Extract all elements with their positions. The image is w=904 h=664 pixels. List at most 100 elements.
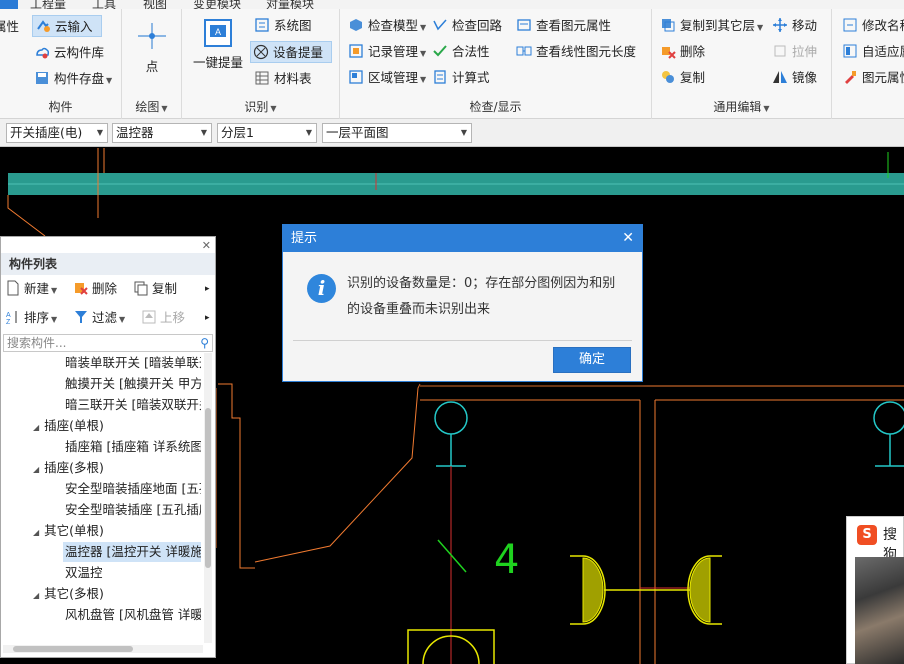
formula-button[interactable]: 计算式 <box>430 67 490 89</box>
tree-item[interactable]: 触摸开关 [触摸开关 甲方 <box>65 374 201 394</box>
tree-item[interactable]: 双温控 <box>65 563 103 583</box>
tree-group[interactable]: ◢ 插座(单根) <box>33 416 104 436</box>
expand-triangle-icon[interactable]: ◢ <box>33 465 39 474</box>
tree-item[interactable]: 暗三联开关 [暗装双联开关 <box>65 395 201 415</box>
discipline-select[interactable]: 开关插座(电) ▼ <box>6 123 108 143</box>
check-circuit-button[interactable]: 检查回路 <box>430 15 502 37</box>
point-tool-button[interactable]: 点 <box>132 19 172 75</box>
outlet-symbol-right[interactable] <box>687 555 722 625</box>
lamp-symbol[interactable] <box>434 401 468 435</box>
adaptive-icon <box>842 43 858 59</box>
check-model-button[interactable]: 检查模型 ▼ <box>346 15 426 37</box>
move-button[interactable]: 移动 <box>770 15 817 37</box>
stretch-icon <box>772 43 788 59</box>
view-linear-length-button[interactable]: 查看线性图元长度 <box>514 41 636 63</box>
tree-horizontal-scrollbar[interactable] <box>3 645 203 653</box>
point-crosshair-icon <box>132 23 172 56</box>
menu-tab-tools[interactable]: 工具 <box>92 0 116 9</box>
ok-button[interactable]: 确定 <box>553 347 631 373</box>
panel-overflow-button[interactable]: ▸ <box>205 276 210 302</box>
area-management-button[interactable]: 区域管理 ▼ <box>346 67 426 89</box>
material-table-button[interactable]: 材料表 <box>252 68 312 90</box>
tree-item[interactable]: 暗装单联开关 [暗装单联开 <box>65 353 201 373</box>
record-management-button[interactable]: 记录管理 ▼ <box>346 41 426 63</box>
menu-tab-quantity[interactable]: 工程量 <box>30 0 66 9</box>
panel-overflow-button-2[interactable]: ▸ <box>205 305 210 331</box>
menu-tab-active[interactable] <box>0 0 18 9</box>
expand-triangle-icon[interactable]: ◢ <box>33 423 39 432</box>
move-up-button[interactable]: 上移 <box>141 305 185 331</box>
cloud-input-button[interactable]: 云输入 <box>32 15 102 37</box>
menu-tab-change[interactable]: 变更模块 <box>193 0 241 9</box>
dialog-message: 识别的设备数量是：0；存在部分图例因为和别的设备重叠而未识别出来 <box>347 276 616 317</box>
menu-tab-reconcile[interactable]: 对量模块 <box>266 0 314 9</box>
up-arrow-icon <box>141 308 157 324</box>
chevron-down-icon: ▼ <box>305 128 312 137</box>
one-key-quantity-button[interactable]: A 一键提量 <box>190 17 246 71</box>
component-search-input[interactable]: 搜索构件... ⚲ <box>3 334 213 352</box>
copy-layer-icon <box>660 17 676 33</box>
new-component-button[interactable]: 新建 ▼ <box>5 276 57 302</box>
svg-text:Z: Z <box>6 319 11 325</box>
tree-group[interactable]: ◢ 其它(单根) <box>33 521 104 541</box>
component-save-button[interactable]: 构件存盘 ▼ <box>32 68 112 90</box>
layer-select[interactable]: 分层1 ▼ <box>217 123 317 143</box>
scrollbar-thumb[interactable] <box>205 408 211 568</box>
tree-item[interactable]: 安全型暗装插座地面 [五孔 <box>65 479 201 499</box>
ribbon-group-identify: A 一键提量 系统图 设备提量 材料表 识别 ▼ <box>182 9 340 119</box>
lamp-symbol[interactable] <box>873 401 904 435</box>
tree-item[interactable]: 安全型暗装插座 [五孔插座 <box>65 500 201 520</box>
rename-icon <box>842 17 858 33</box>
component-type-select[interactable]: 温控器 ▼ <box>112 123 212 143</box>
element-property-button[interactable]: 图元属性 <box>840 67 904 89</box>
chevron-down-icon: ▼ <box>200 128 207 137</box>
outlet-symbol-left[interactable] <box>570 555 690 625</box>
delete-component-button[interactable]: 删除 <box>73 276 117 302</box>
panel-close-icon[interactable]: ✕ <box>202 239 211 252</box>
copy-button[interactable]: 复制 <box>658 67 705 89</box>
cloud-library-button[interactable]: 云构件库 <box>32 42 104 64</box>
delete-button[interactable]: 删除 <box>658 41 705 63</box>
ribbon-group-draw: 点 绘图 ▼ <box>122 9 182 119</box>
mirror-button[interactable]: 镜像 <box>770 67 817 89</box>
stretch-button[interactable]: 拉伸 <box>770 41 817 63</box>
wall-line <box>254 383 421 563</box>
adaptive-property-button[interactable]: 自适应属性 <box>840 41 904 63</box>
circuit-check-icon <box>432 17 448 33</box>
scrollbar-thumb[interactable] <box>13 646 133 652</box>
dialog-divider <box>293 340 632 341</box>
group-title-identify: 识别 ▼ <box>244 100 277 114</box>
ribbon-group-check: 检查模型 ▼ 检查回路 查看图元属性 记录管理 ▼ 合法性 查看线性图元长度 区域管… <box>340 9 652 119</box>
wall-line <box>7 195 46 237</box>
copy-to-other-layer-button[interactable]: 复制到其它层 ▼ <box>658 15 763 37</box>
menu-tab-view[interactable]: 视图 <box>143 0 167 9</box>
properties-button[interactable]: 属性 <box>0 16 19 38</box>
cloud-input-icon <box>35 18 51 34</box>
rename-button[interactable]: 修改名称 <box>840 15 904 37</box>
tree-item[interactable]: 风机盘管 [风机盘管 详暖 <box>65 605 201 625</box>
tree-item-selected[interactable]: 温控器 [温控开关 详暖施] <box>63 542 201 562</box>
sort-button[interactable]: A Z 排序 ▼ <box>5 305 57 331</box>
close-icon[interactable]: ✕ <box>622 225 634 252</box>
view-element-properties-button[interactable]: 查看图元属性 <box>514 15 611 37</box>
svg-text:A: A <box>6 312 11 319</box>
properties-view-icon <box>516 17 532 33</box>
expand-triangle-icon[interactable]: ◢ <box>33 528 39 537</box>
filter-button[interactable]: 过滤 ▼ <box>73 305 125 331</box>
copy-component-button[interactable]: 复制 <box>133 276 177 302</box>
ime-thumbnail[interactable] <box>855 557 904 664</box>
record-icon <box>348 43 364 59</box>
brush-icon <box>842 69 858 85</box>
tree-item[interactable]: 插座箱 [插座箱 详系统图] <box>65 437 201 457</box>
tree-group[interactable]: ◢ 插座(多根) <box>33 458 104 478</box>
system-diagram-button[interactable]: 系统图 <box>252 15 312 37</box>
floor-select[interactable]: 一层平面图 ▼ <box>322 123 472 143</box>
tree-group[interactable]: ◢ 其它(多根) <box>33 584 104 604</box>
tree-vertical-scrollbar[interactable] <box>204 353 212 643</box>
expand-triangle-icon[interactable]: ◢ <box>33 591 39 600</box>
validity-check-button[interactable]: 合法性 <box>430 41 490 63</box>
svg-text:A: A <box>215 27 221 37</box>
device-quantity-button[interactable]: 设备提量 <box>250 41 332 63</box>
system-diagram-icon <box>254 17 270 33</box>
prompt-dialog: 提示 ✕ i 识别的设备数量是：0；存在部分图例因为和别的设备重叠而未识别出来 … <box>282 224 643 382</box>
